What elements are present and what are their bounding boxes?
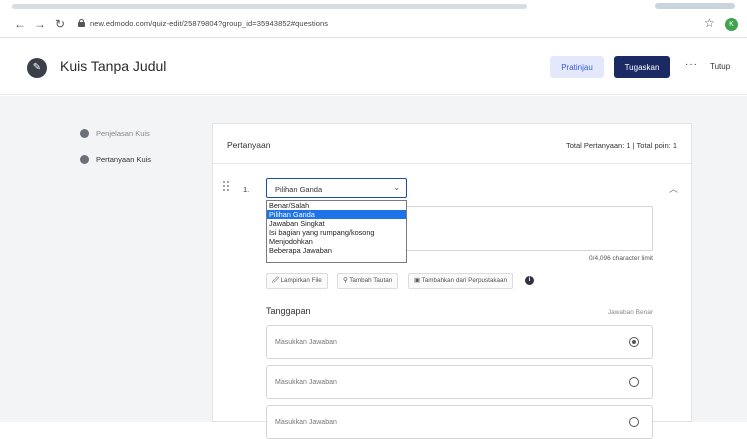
drag-handle-icon[interactable] bbox=[223, 181, 231, 195]
attach-file-button[interactable]: 🖉 Lampirkan File bbox=[266, 273, 328, 289]
more-options-icon[interactable]: ··· bbox=[685, 59, 698, 70]
panel-header: Pertanyaan Total Pertanyaan: 1 | Total p… bbox=[213, 124, 691, 164]
panel-title: Pertanyaan bbox=[227, 140, 271, 150]
browser-tab[interactable] bbox=[12, 4, 527, 9]
browser-tab-right[interactable] bbox=[655, 3, 735, 9]
question-number: 1. bbox=[243, 185, 250, 194]
dropdown-option[interactable]: Isi bagian yang rumpang/kosong bbox=[267, 228, 406, 237]
chevron-down-icon: ⌄ bbox=[393, 183, 400, 192]
back-arrow-icon[interactable]: ← bbox=[14, 16, 26, 32]
answer-input[interactable]: Masukkan Jawaban bbox=[266, 365, 653, 399]
answer-input[interactable]: Masukkan Jawaban bbox=[266, 325, 653, 359]
close-link[interactable]: Tutup bbox=[710, 62, 730, 71]
char-limit-text: 0/4,096 character limit bbox=[589, 255, 653, 262]
app-header: ✎ Kuis Tanpa Judul Pratinjau Tugaskan ··… bbox=[0, 39, 747, 95]
questions-panel: Pertanyaan Total Pertanyaan: 1 | Total p… bbox=[212, 123, 692, 439]
chevron-up-icon[interactable]: ︿ bbox=[669, 182, 678, 195]
question-type-dropdown: Benar/Salah Pilihan Ganda Jawaban Singka… bbox=[266, 200, 407, 263]
answer-input[interactable]: Masukkan Jawaban bbox=[266, 405, 653, 439]
question-totals: Total Pertanyaan: 1 | Total poin: 1 bbox=[565, 141, 677, 150]
step-dot-icon bbox=[80, 155, 89, 164]
bookmark-star-icon[interactable]: ☆ bbox=[704, 16, 715, 30]
correct-answer-label: Jawaban Benar bbox=[607, 309, 653, 316]
dropdown-option-selected[interactable]: Pilihan Ganda bbox=[267, 210, 406, 219]
dropdown-option[interactable]: Menjodohkan bbox=[267, 237, 406, 246]
add-link-button[interactable]: ⚲ Tambah Tautan bbox=[337, 273, 399, 289]
reload-icon[interactable]: ↻ bbox=[55, 16, 65, 32]
add-from-library-button[interactable]: ▣ Tambahkan dari Perpustakaan bbox=[408, 273, 514, 289]
correct-answer-radio[interactable] bbox=[629, 417, 639, 427]
sidebar-item-label: Pertanyaan Kuis bbox=[96, 155, 152, 164]
dropdown-option[interactable]: Jawaban Singkat bbox=[267, 219, 406, 228]
responses-title: Tanggapan bbox=[266, 306, 311, 316]
assign-button[interactable]: Tugaskan bbox=[614, 56, 670, 78]
answer-placeholder: Masukkan Jawaban bbox=[275, 339, 337, 346]
library-icon: ▣ bbox=[414, 277, 422, 284]
sidebar-item-label: Penjelasan Kuis bbox=[96, 129, 150, 138]
answer-placeholder: Masukkan Jawaban bbox=[275, 379, 337, 386]
correct-answer-radio[interactable] bbox=[629, 337, 639, 347]
page-title: Kuis Tanpa Judul bbox=[60, 58, 167, 74]
info-icon[interactable]: i bbox=[525, 276, 534, 285]
profile-avatar[interactable]: K bbox=[725, 18, 738, 31]
url-field[interactable]: new.edmodo.com/quiz-edit/25879804?group_… bbox=[90, 19, 328, 28]
question-type-value: Pilihan Ganda bbox=[275, 185, 323, 194]
answer-placeholder: Masukkan Jawaban bbox=[275, 419, 337, 426]
dropdown-option[interactable]: Benar/Salah bbox=[267, 201, 406, 210]
quiz-icon: ✎ bbox=[27, 58, 47, 78]
step-dot-icon bbox=[80, 129, 89, 138]
lock-icon bbox=[78, 19, 85, 27]
question-type-select[interactable]: Pilihan Ganda ⌄ bbox=[266, 178, 407, 198]
preview-button[interactable]: Pratinjau bbox=[550, 56, 604, 78]
browser-address-bar: ← → ↻ new.edmodo.com/quiz-edit/25879804?… bbox=[0, 12, 747, 38]
correct-answer-radio[interactable] bbox=[629, 377, 639, 387]
forward-arrow-icon[interactable]: → bbox=[34, 16, 46, 32]
dropdown-option[interactable]: Beberapa Jawaban bbox=[267, 246, 406, 255]
browser-tab-strip bbox=[0, 0, 747, 12]
